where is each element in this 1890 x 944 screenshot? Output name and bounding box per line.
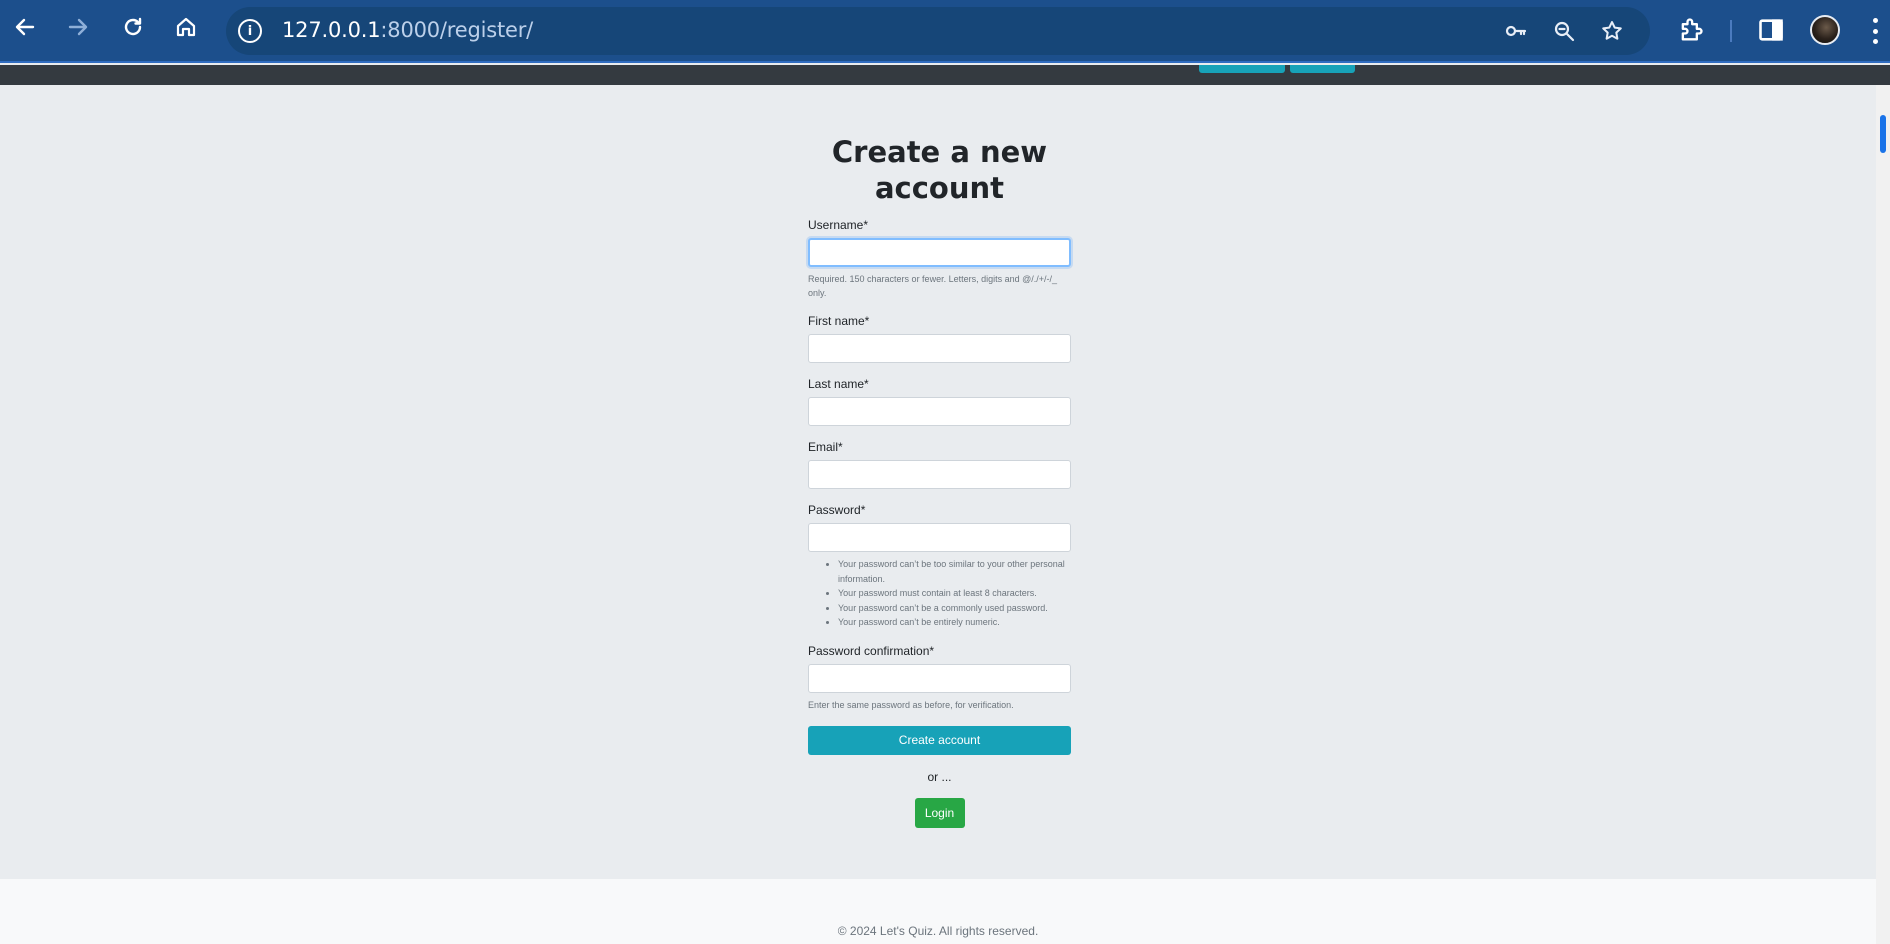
email-label: Email*	[808, 440, 843, 454]
site-navbar	[0, 65, 1890, 85]
home-icon[interactable]	[170, 11, 202, 43]
last-name-label: Last name*	[808, 377, 869, 391]
navbar-button-stub[interactable]	[1290, 65, 1355, 73]
side-panel-icon[interactable]	[1757, 16, 1785, 44]
profile-avatar[interactable]	[1810, 15, 1840, 45]
password-label: Password*	[808, 503, 866, 517]
key-icon[interactable]	[1504, 19, 1528, 43]
page-title: Create a new account	[831, 135, 1048, 205]
navbar-button-stub[interactable]	[1199, 65, 1285, 73]
first-name-group: First name*	[808, 314, 1071, 363]
username-input[interactable]	[808, 238, 1071, 267]
site-info-icon[interactable]: i	[238, 19, 262, 43]
password-confirmation-label: Password confirmation*	[808, 643, 935, 658]
password-help-item: Your password can’t be entirely numeric.	[838, 615, 1071, 630]
address-bar[interactable]: i 127.0.0.1:8000/register/	[226, 7, 1650, 55]
password-help-list: Your password can’t be too similar to yo…	[808, 557, 1071, 630]
extensions-icon[interactable]	[1677, 16, 1705, 44]
toolbar-divider	[1730, 20, 1732, 42]
password-confirmation-help: Enter the same password as before, for v…	[808, 699, 1014, 710]
username-group: Username* Required. 150 characters or fe…	[808, 218, 1071, 300]
email-group: Email*	[808, 440, 1071, 489]
main-content: Create a new account Username* Required.…	[0, 85, 1876, 879]
username-label: Username*	[808, 218, 869, 232]
password-group: Password* Your password can’t be too sim…	[808, 503, 1071, 630]
login-button[interactable]: Login	[914, 797, 965, 828]
email-input[interactable]	[808, 460, 1071, 489]
create-account-button[interactable]: Create account	[808, 725, 1071, 755]
first-name-input[interactable]	[808, 334, 1071, 363]
last-name-group: Last name*	[808, 377, 1071, 426]
password-help-item: Your password can’t be too similar to yo…	[838, 557, 1071, 586]
scrollbar-thumb[interactable]	[1880, 115, 1886, 153]
reload-icon[interactable]	[117, 11, 149, 43]
first-name-label: First name*	[808, 314, 870, 328]
forward-arrow-icon[interactable]	[62, 11, 94, 43]
footer-copyright: © 2024 Let's Quiz. All rights reserved.	[837, 924, 1039, 938]
url-text[interactable]: 127.0.0.1:8000/register/	[282, 18, 533, 42]
back-arrow-icon[interactable]	[9, 11, 41, 43]
password-help-item: Your password must contain at least 8 ch…	[838, 586, 1071, 601]
more-menu-icon[interactable]	[1870, 18, 1880, 44]
password-confirmation-group: Password confirmation* Enter the same pa…	[808, 644, 1071, 712]
password-help-item: Your password can’t be a commonly used p…	[838, 601, 1071, 616]
zoom-out-icon[interactable]	[1552, 19, 1576, 43]
password-confirmation-input[interactable]	[808, 663, 1071, 693]
browser-toolbar: i 127.0.0.1:8000/register/	[0, 0, 1890, 63]
password-input[interactable]	[808, 523, 1071, 552]
register-form: Create a new account Username* Required.…	[808, 85, 1071, 828]
star-icon[interactable]	[1600, 19, 1624, 43]
page-footer: © 2024 Let's Quiz. All rights reserved.	[0, 879, 1876, 944]
last-name-input[interactable]	[808, 397, 1071, 426]
or-separator: or ...	[927, 769, 952, 784]
username-help: Required. 150 characters or fewer. Lette…	[808, 274, 1058, 298]
vertical-scrollbar[interactable]	[1876, 85, 1890, 944]
